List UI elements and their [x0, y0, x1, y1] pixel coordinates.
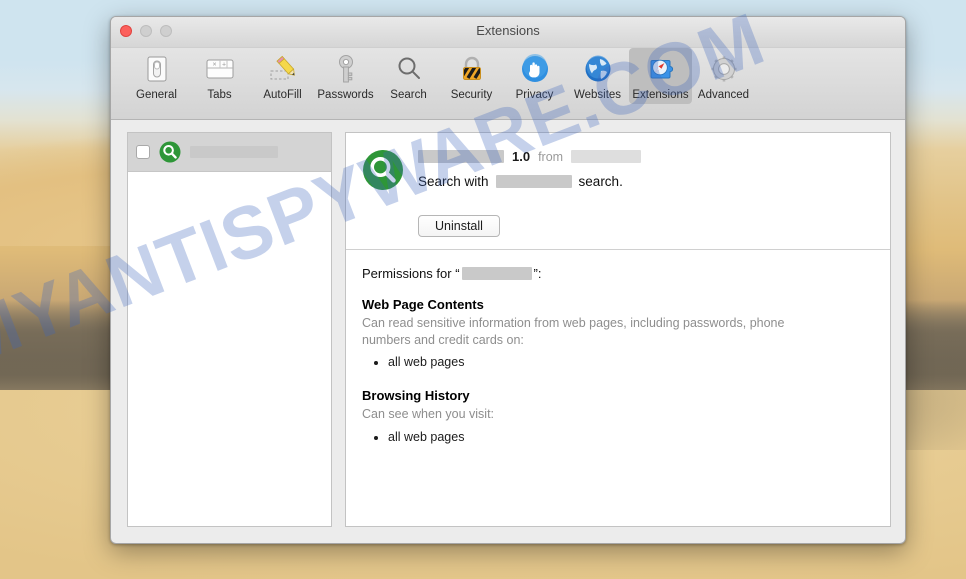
permission-text: Can see when you visit:: [362, 407, 495, 421]
tab-advanced-label: Advanced: [697, 89, 750, 101]
tab-passwords[interactable]: Passwords: [314, 48, 377, 104]
security-icon: [455, 52, 489, 86]
tab-autofill[interactable]: AutoFill: [251, 48, 314, 104]
list-item[interactable]: [128, 133, 331, 172]
extension-detail-header: 1.0 from Search with search. Uninstall: [346, 133, 890, 250]
tab-passwords-label: Passwords: [317, 89, 374, 101]
list-item: all web pages: [388, 353, 874, 372]
svg-text:×: ×: [212, 62, 216, 69]
tab-extensions[interactable]: Extensions: [629, 48, 692, 104]
from-label: from: [538, 149, 564, 164]
tab-tabs-label: Tabs: [207, 89, 232, 101]
description-suffix: search.: [578, 174, 623, 189]
extensions-list[interactable]: [127, 132, 332, 527]
websites-icon: [581, 52, 615, 86]
preferences-content: 1.0 from Search with search. Uninstall P…: [111, 120, 905, 543]
extension-description: Search with search.: [418, 174, 874, 189]
tab-extensions-label: Extensions: [632, 89, 689, 101]
description-prefix: Search with: [418, 174, 489, 189]
permission-group-browsing-history: Browsing History Can see when you visit:…: [362, 388, 874, 446]
svg-text:+: +: [222, 62, 226, 69]
extension-meta: 1.0 from Search with search. Uninstall: [418, 147, 874, 237]
extension-permissions-section: Permissions for “ ”: Web Page Contents C…: [346, 250, 890, 526]
tab-websites[interactable]: Websites: [566, 48, 629, 104]
permission-title: Web Page Contents: [362, 297, 484, 312]
extension-name-redacted: [190, 146, 278, 158]
permissions-heading-prefix: Permissions for “: [362, 266, 460, 281]
permission-title: Browsing History: [362, 388, 470, 403]
extension-detail-panel: 1.0 from Search with search. Uninstall P…: [345, 132, 891, 527]
extension-author-redacted: [571, 150, 642, 163]
tab-search[interactable]: Search: [377, 48, 440, 104]
extension-name-redacted: [418, 150, 504, 163]
extensions-icon: [644, 52, 678, 86]
permission-scope-list: all web pages: [362, 353, 874, 372]
uninstall-button[interactable]: Uninstall: [418, 215, 500, 237]
safari-preferences-window: Extensions General × + Tabs AutoFill Pas…: [110, 16, 906, 544]
tab-general[interactable]: General: [125, 48, 188, 104]
search-icon: [392, 52, 426, 86]
extension-enable-checkbox[interactable]: [136, 145, 150, 159]
window-title: Extensions: [476, 23, 540, 38]
autofill-icon: [266, 52, 300, 86]
general-icon: [140, 52, 174, 86]
description-redacted: [495, 175, 572, 188]
advanced-icon: [707, 52, 741, 86]
permissions-heading: Permissions for “ ”:: [362, 266, 874, 281]
tab-privacy-label: Privacy: [515, 89, 554, 101]
permission-group-web-page-contents: Web Page Contents Can read sensitive inf…: [362, 297, 874, 372]
green-magnifier-icon: [159, 141, 181, 163]
extension-version: 1.0: [512, 149, 531, 164]
preferences-toolbar: General × + Tabs AutoFill Passwords Sear…: [111, 48, 905, 120]
uninstall-row: Uninstall: [418, 215, 874, 237]
tab-general-label: General: [136, 89, 177, 101]
desktop: Extensions General × + Tabs AutoFill Pas…: [0, 0, 966, 579]
tabs-icon: × +: [203, 52, 237, 86]
tab-security[interactable]: Security: [440, 48, 503, 104]
tab-advanced[interactable]: Advanced: [692, 48, 755, 104]
extension-name-line: 1.0 from: [418, 149, 874, 164]
tab-search-label: Search: [390, 89, 427, 101]
tab-tabs[interactable]: × + Tabs: [188, 48, 251, 104]
green-magnifier-icon: [363, 150, 403, 190]
permission-scope-list: all web pages: [362, 428, 874, 447]
list-item: all web pages: [388, 428, 874, 447]
tab-security-label: Security: [450, 89, 493, 101]
window-titlebar: Extensions: [111, 17, 905, 48]
permissions-heading-suffix: ”:: [533, 266, 542, 281]
permission-text: Can read sensitive information from web …: [362, 316, 785, 347]
tab-websites-label: Websites: [573, 89, 622, 101]
tab-privacy[interactable]: Privacy: [503, 48, 566, 104]
tab-autofill-label: AutoFill: [263, 89, 302, 101]
passwords-icon: [329, 52, 363, 86]
permissions-subject-redacted: [461, 267, 532, 280]
privacy-icon: [518, 52, 552, 86]
